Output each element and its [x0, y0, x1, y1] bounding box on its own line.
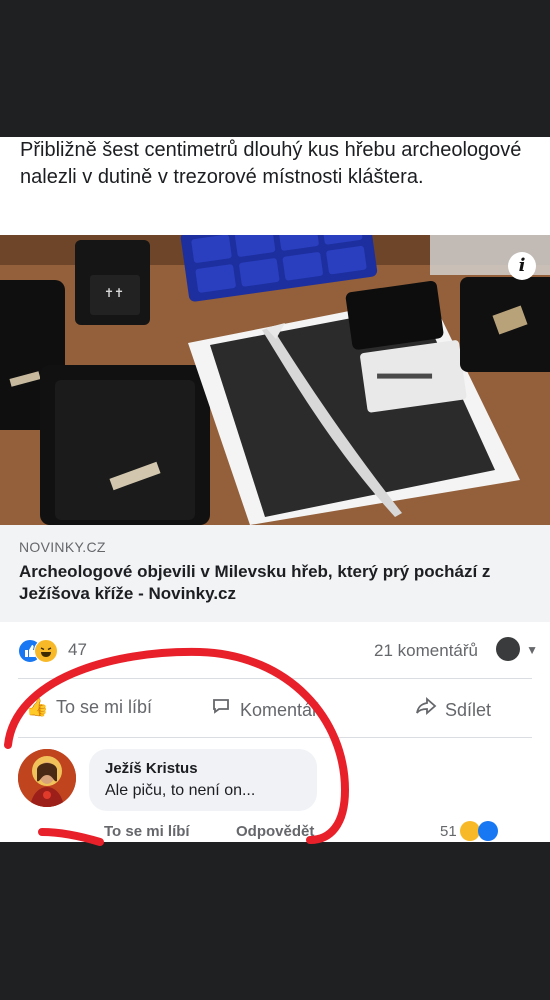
- post-caption: Přibližně šest centimetrů dlouhý kus hře…: [20, 139, 522, 188]
- share-icon: [415, 696, 437, 721]
- svg-text:✝✝: ✝✝: [104, 286, 124, 300]
- comment-reaction-count: 51: [440, 823, 457, 840]
- globe-icon[interactable]: [496, 637, 520, 661]
- link-domain: NOVINKY.CZ: [19, 539, 106, 555]
- comment-like-link[interactable]: To se mi líbí: [104, 823, 190, 840]
- comment-button[interactable]: Komentář: [210, 696, 318, 721]
- share-button[interactable]: Sdílet: [415, 696, 491, 721]
- comment-bubble: Ježíš Kristus Ale piču, to není on...: [89, 749, 317, 811]
- comment-count[interactable]: 21 komentářů: [374, 641, 478, 661]
- comment: Ježíš Kristus Ale piču, to není on... To…: [0, 737, 550, 842]
- link-preview[interactable]: NOVINKY.CZ Archeologové objevili v Milev…: [0, 525, 550, 622]
- link-title[interactable]: Archeologové objevili v Milevsku hřeb, k…: [19, 561, 519, 605]
- avatar[interactable]: [18, 749, 76, 807]
- comment-author[interactable]: Ježíš Kristus: [105, 760, 198, 777]
- post-photo[interactable]: ✝✝ i: [0, 235, 550, 525]
- post-card: Přibližně šest centimetrů dlouhý kus hře…: [0, 137, 550, 842]
- action-bar: 👍 To se mi líbí Komentář Sdílet: [0, 678, 550, 736]
- share-button-label: Sdílet: [445, 700, 492, 720]
- nail-photo-illustration: ✝✝: [0, 235, 550, 525]
- comment-icon: [210, 696, 232, 721]
- info-icon[interactable]: i: [508, 252, 536, 280]
- haha-reaction-icon: [34, 639, 58, 663]
- comment-reply-link[interactable]: Odpovědět: [236, 823, 314, 840]
- post-stats: 47 21 komentářů ▼: [0, 622, 550, 677]
- haha-reaction-icon: [460, 821, 480, 841]
- comment-text: Ale piču, to není on...: [105, 782, 256, 799]
- comment-button-label: Komentář: [240, 700, 319, 720]
- reaction-count: 47: [68, 640, 87, 659]
- like-reaction-icon: [478, 821, 498, 841]
- thumbs-up-icon: 👍: [26, 697, 49, 717]
- chevron-down-icon[interactable]: ▼: [526, 643, 538, 657]
- like-button[interactable]: 👍 To se mi líbí: [26, 696, 152, 718]
- like-button-label: To se mi líbí: [56, 697, 153, 717]
